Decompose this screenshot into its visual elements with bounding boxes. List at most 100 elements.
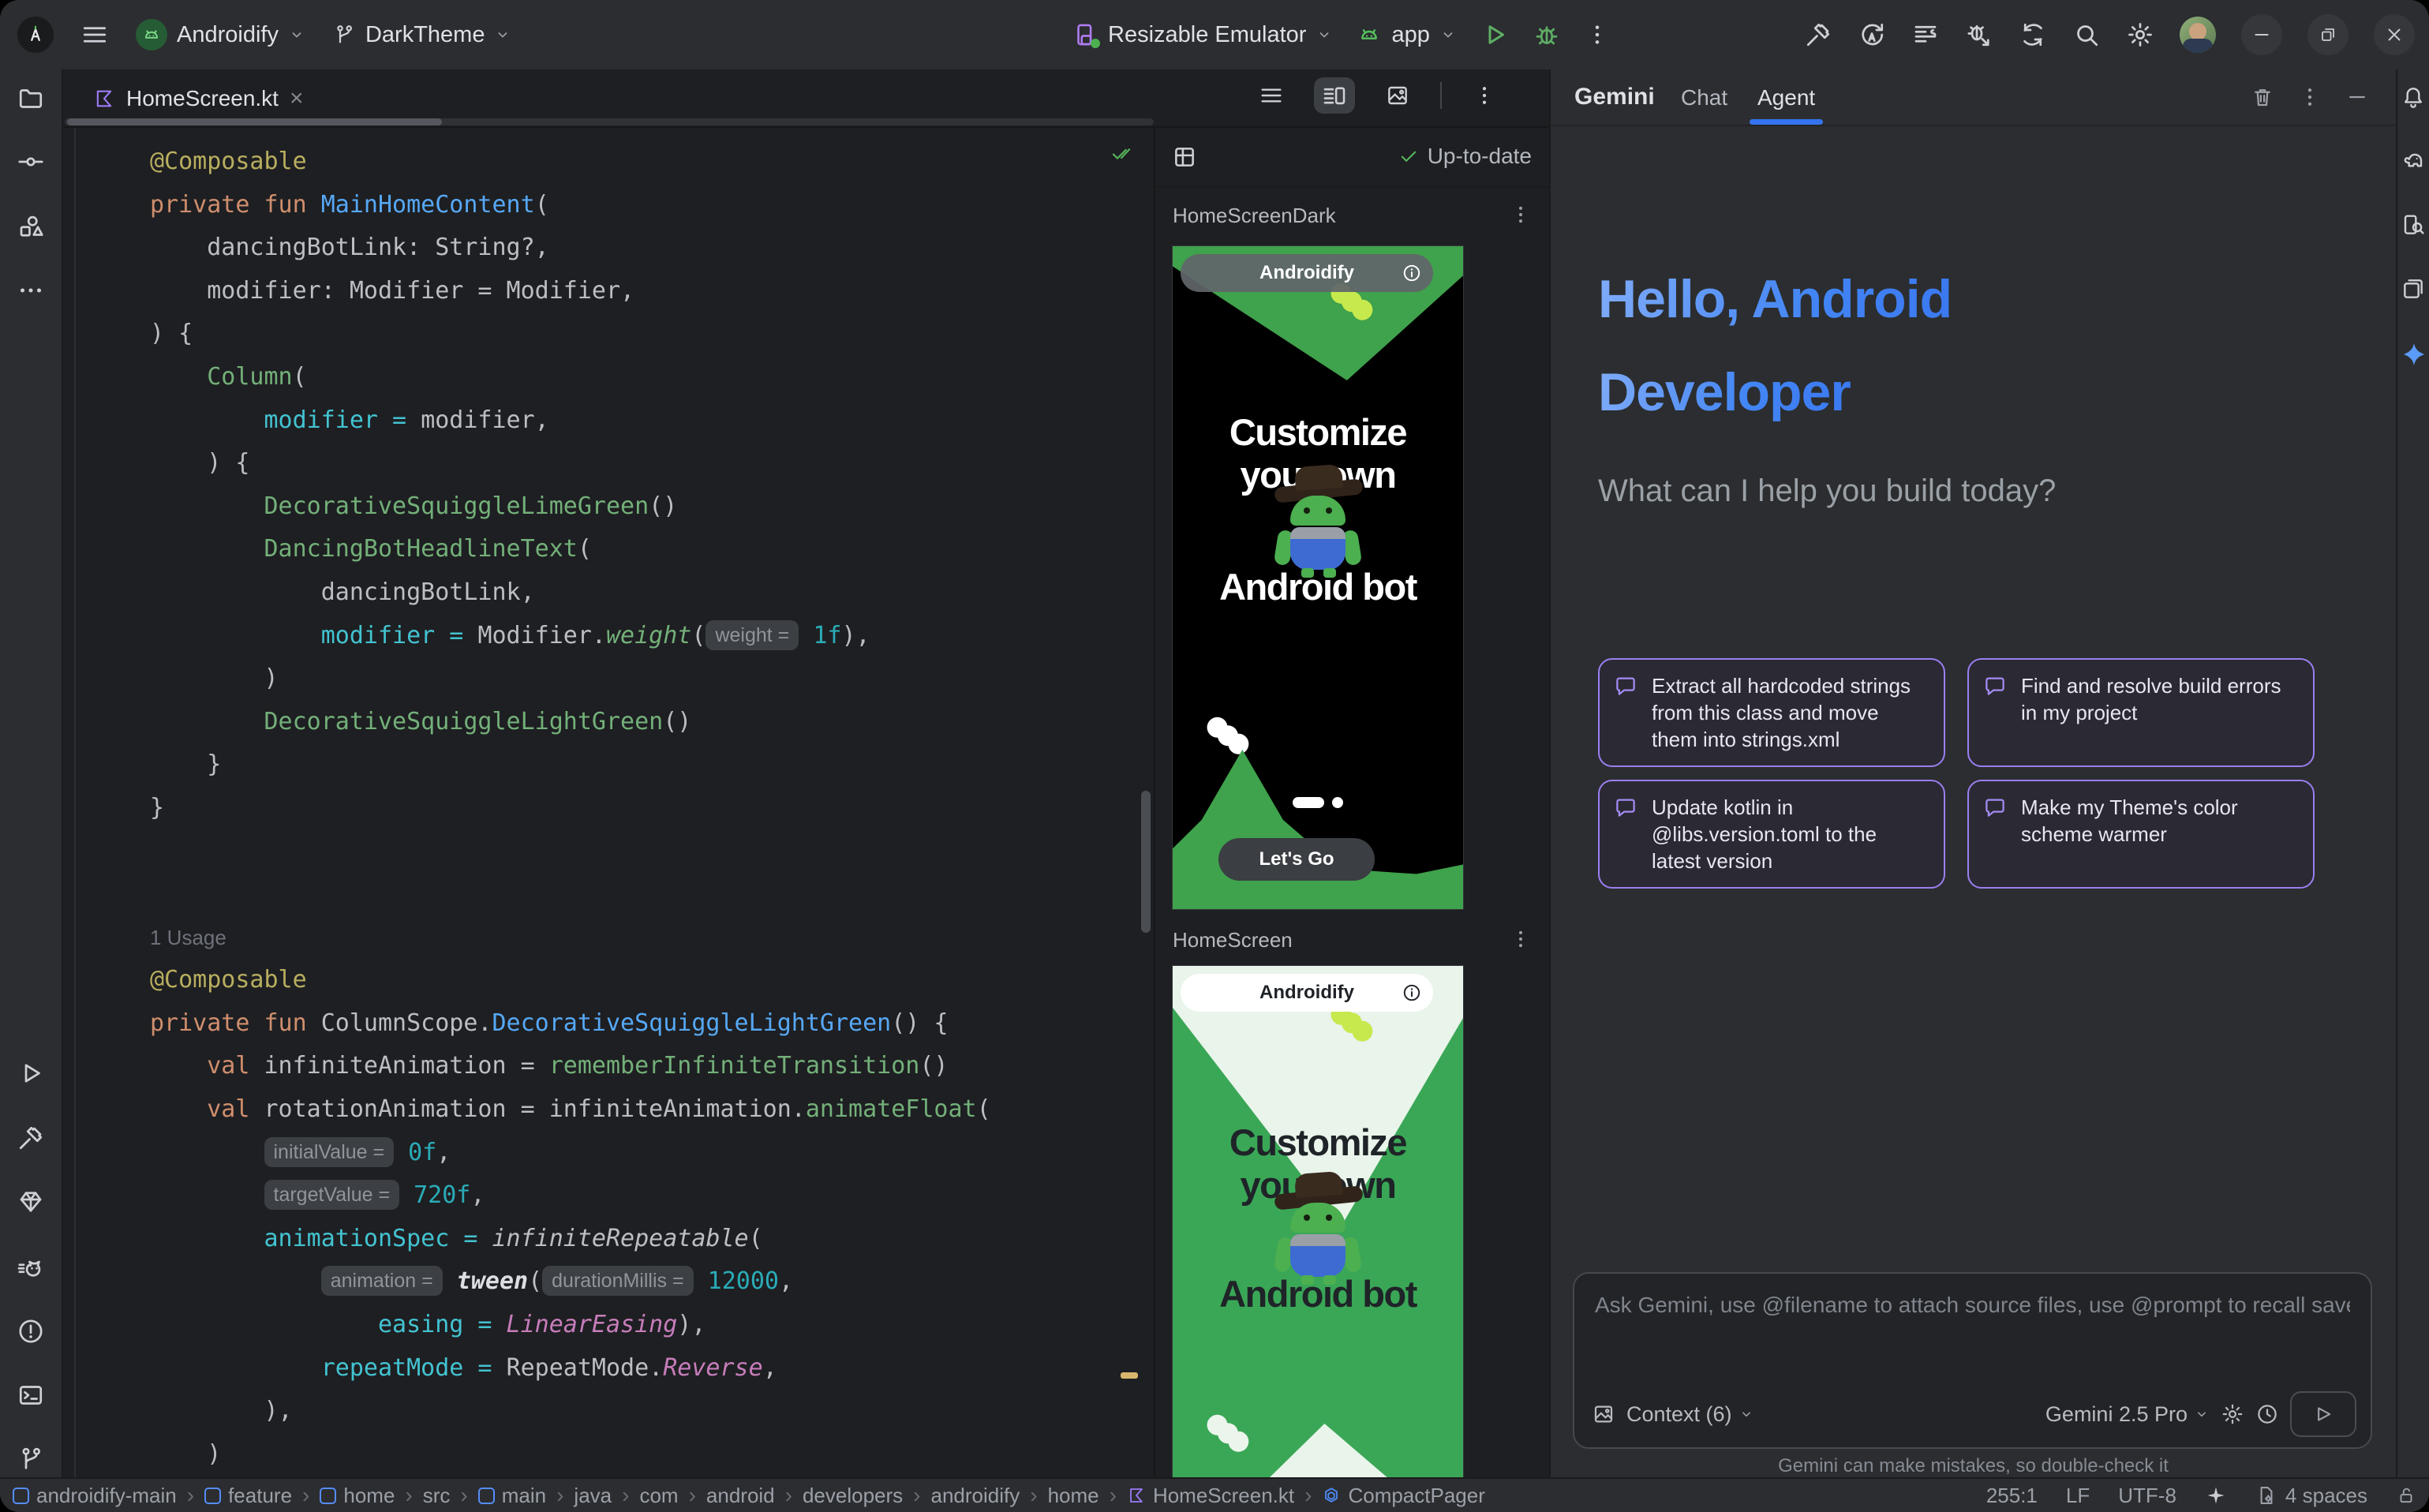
gemini-tool-button[interactable] bbox=[2401, 341, 2426, 366]
editor-options-button[interactable] bbox=[1464, 77, 1505, 114]
prompt-settings-button[interactable] bbox=[2221, 1402, 2244, 1426]
notifications-tool-button[interactable] bbox=[2401, 84, 2426, 110]
info-icon[interactable] bbox=[1402, 982, 1422, 1003]
code-line[interactable]: dancingBotLink, bbox=[150, 571, 1154, 615]
vcs-branch-selector[interactable]: DarkTheme bbox=[332, 22, 512, 48]
line-separator[interactable]: LF bbox=[2066, 1484, 2090, 1508]
tab-chat[interactable]: Chat bbox=[1681, 85, 1727, 110]
breadcrumb-item[interactable]: com bbox=[639, 1484, 678, 1508]
code-line[interactable]: animationSpec = infiniteRepeatable( bbox=[150, 1218, 1154, 1261]
code-line[interactable]: private fun MainHomeContent( bbox=[150, 184, 1154, 227]
suggestion-card[interactable]: Extract all hardcoded strings from this … bbox=[1598, 658, 1945, 767]
gemini-prompt-input[interactable] bbox=[1595, 1286, 2350, 1324]
breadcrumb-item[interactable]: HomeScreen.kt bbox=[1127, 1484, 1294, 1508]
code-line[interactable]: } bbox=[150, 787, 1154, 830]
breadcrumb-item[interactable]: home bbox=[320, 1484, 395, 1508]
caret-position[interactable]: 255:1 bbox=[1986, 1484, 2038, 1508]
resource-manager-tool-button[interactable] bbox=[17, 212, 45, 241]
search-everywhere-button[interactable] bbox=[2072, 21, 2101, 49]
model-selector[interactable]: Gemini 2.5 Pro bbox=[2045, 1402, 2210, 1427]
code-line[interactable]: ) { bbox=[150, 313, 1154, 356]
commit-tool-button[interactable] bbox=[17, 148, 45, 176]
project-selector[interactable]: Androidify bbox=[136, 19, 305, 51]
view-preview-only-button[interactable] bbox=[1377, 77, 1418, 114]
send-button[interactable] bbox=[2290, 1391, 2356, 1437]
code-line[interactable]: DancingBotHeadlineText( bbox=[150, 528, 1154, 571]
debug-button[interactable] bbox=[1533, 21, 1561, 49]
file-encoding[interactable]: UTF-8 bbox=[2118, 1484, 2176, 1508]
code-line[interactable]: ) bbox=[150, 1433, 1154, 1476]
code-area[interactable]: @Composableprivate fun MainHomeContent( … bbox=[63, 128, 1154, 1476]
attach-image-icon[interactable] bbox=[1592, 1402, 1615, 1426]
breadcrumb-item[interactable]: feature bbox=[204, 1484, 292, 1508]
breadcrumb-item[interactable]: CompactPager bbox=[1322, 1484, 1484, 1508]
running-devices-tool-button[interactable] bbox=[2401, 276, 2426, 301]
code-line[interactable]: ) { bbox=[150, 442, 1154, 485]
inspections-ok-icon[interactable] bbox=[1110, 142, 1133, 166]
code-line[interactable]: 1 Usage bbox=[150, 916, 1154, 960]
profiler-button[interactable] bbox=[1911, 21, 1940, 49]
window-minimize-button[interactable] bbox=[2241, 14, 2282, 55]
user-avatar[interactable] bbox=[2180, 17, 2216, 53]
breadcrumb-item[interactable]: androidify-main bbox=[13, 1484, 177, 1508]
preview-layout-button[interactable] bbox=[1171, 144, 1198, 170]
suggestion-card[interactable]: Update kotlin in @libs.version.toml to t… bbox=[1598, 780, 1945, 889]
info-icon[interactable] bbox=[1402, 263, 1422, 283]
build-tool-button[interactable] bbox=[17, 1124, 45, 1152]
code-line[interactable]: dancingBotLink: String?, bbox=[150, 226, 1154, 270]
run-tool-button[interactable] bbox=[17, 1059, 45, 1087]
tab-agent[interactable]: Agent bbox=[1757, 85, 1815, 110]
indent-setting[interactable]: 4 spaces bbox=[2255, 1484, 2367, 1508]
build-button[interactable] bbox=[1804, 21, 1832, 49]
window-restore-button[interactable] bbox=[2307, 14, 2349, 55]
logcat-tool-button[interactable] bbox=[17, 1252, 45, 1281]
device-explorer-tool-button[interactable] bbox=[2401, 212, 2426, 238]
code-editor[interactable]: @Composableprivate fun MainHomeContent( … bbox=[63, 128, 1154, 1477]
preview-options-button[interactable] bbox=[1510, 928, 1532, 950]
code-line[interactable]: DecorativeSquiggleLightGreen() bbox=[150, 701, 1154, 744]
context-selector[interactable]: Context (6) bbox=[1626, 1402, 1754, 1427]
view-split-button[interactable] bbox=[1314, 77, 1355, 114]
preview-phone-homescreendark[interactable]: Androidify Customize your own Android bo… bbox=[1173, 246, 1463, 909]
hide-panel-button[interactable] bbox=[2345, 85, 2369, 109]
settings-button[interactable] bbox=[2126, 21, 2154, 49]
ai-sparkle-icon[interactable] bbox=[2205, 1484, 2227, 1506]
device-selector[interactable]: Resizable Emulator bbox=[1072, 21, 1333, 48]
more-tool-windows-button[interactable] bbox=[17, 276, 45, 305]
code-line[interactable]: modifier: Modifier = Modifier, bbox=[150, 270, 1154, 313]
readonly-toggle[interactable] bbox=[2396, 1485, 2416, 1506]
gemini-options-button[interactable] bbox=[2298, 85, 2322, 109]
code-line[interactable]: val rotationAnimation = infiniteAnimatio… bbox=[150, 1088, 1154, 1132]
suggestion-card[interactable]: Find and resolve build errors in my proj… bbox=[1967, 658, 2315, 767]
code-line[interactable]: @Composable bbox=[150, 140, 1154, 184]
breadcrumb-item[interactable]: androidify bbox=[931, 1484, 1020, 1508]
code-line[interactable]: @Composable bbox=[150, 959, 1154, 1002]
code-line[interactable]: } bbox=[150, 743, 1154, 787]
window-close-button[interactable] bbox=[2374, 14, 2415, 55]
code-line[interactable] bbox=[150, 873, 1154, 916]
code-line[interactable]: animation = tween(durationMillis = 12000… bbox=[150, 1260, 1154, 1304]
version-control-tool-button[interactable] bbox=[17, 1445, 45, 1473]
attach-debugger-button[interactable] bbox=[1965, 21, 1993, 49]
code-line[interactable]: modifier = modifier, bbox=[150, 399, 1154, 443]
code-line[interactable]: modifier = Modifier.weight(weight = 1f), bbox=[150, 615, 1154, 658]
code-line[interactable]: repeatMode = RepeatMode.Reverse, bbox=[150, 1347, 1154, 1390]
code-line[interactable]: val infiniteAnimation = rememberInfinite… bbox=[150, 1045, 1154, 1088]
run-with-coverage-button[interactable] bbox=[1858, 21, 1886, 49]
run-config-selector[interactable]: app bbox=[1357, 22, 1456, 48]
more-actions-button[interactable] bbox=[1585, 22, 1610, 47]
lets-go-button[interactable]: Let's Go bbox=[1218, 838, 1375, 881]
preview-options-button[interactable] bbox=[1510, 204, 1532, 226]
tab-homescreen-kt[interactable]: HomeScreen.kt × bbox=[85, 77, 312, 120]
suggestion-card[interactable]: Make my Theme's color scheme warmer bbox=[1967, 780, 2315, 889]
breadcrumb-item[interactable]: java bbox=[574, 1484, 612, 1508]
code-line[interactable]: easing = LinearEasing), bbox=[150, 1304, 1154, 1347]
code-line[interactable]: initialValue = 0f, bbox=[150, 1132, 1154, 1175]
gemini-input-box[interactable]: Context (6) Gemini 2.5 Pro bbox=[1573, 1272, 2372, 1449]
breadcrumb-item[interactable]: android bbox=[706, 1484, 775, 1508]
code-line[interactable]: Column( bbox=[150, 356, 1154, 399]
project-tool-button[interactable] bbox=[17, 84, 45, 113]
main-menu-button[interactable] bbox=[80, 21, 109, 49]
code-line[interactable]: private fun ColumnScope.DecorativeSquigg… bbox=[150, 1002, 1154, 1046]
terminal-tool-button[interactable] bbox=[17, 1381, 45, 1409]
